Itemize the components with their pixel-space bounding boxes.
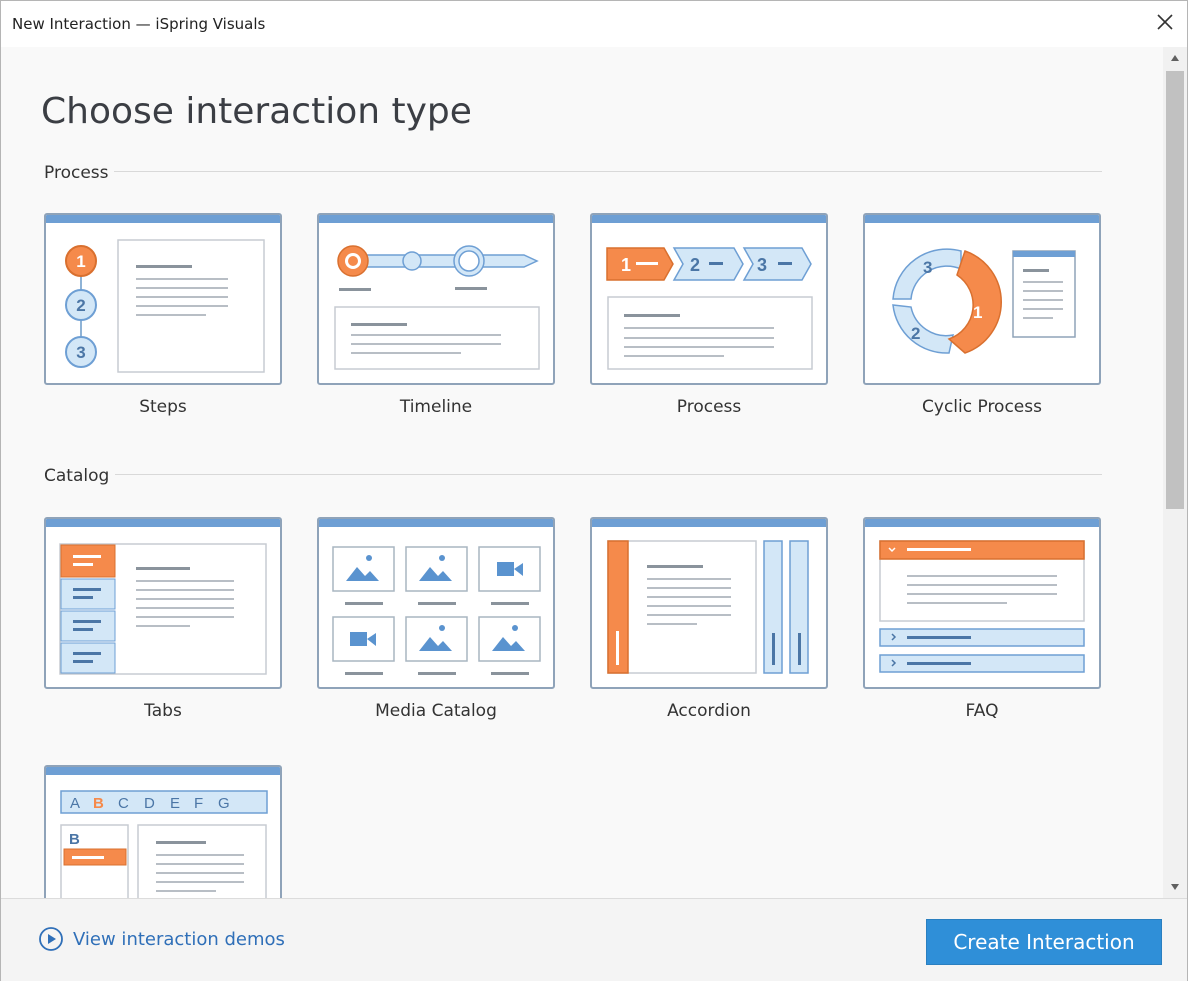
alphabet-letter: B: [93, 795, 104, 812]
card-tabs[interactable]: [44, 517, 282, 689]
step-number: 1: [76, 252, 85, 271]
cycle-number: 3: [923, 258, 932, 277]
section-title-catalog: Catalog: [44, 466, 110, 486]
card-label-steps: Steps: [139, 397, 187, 417]
timeline-thumbnail-icon: [334, 245, 540, 370]
section-divider: [114, 171, 1102, 172]
section-divider: [115, 474, 1102, 475]
card-timeline[interactable]: [317, 213, 555, 385]
cycle-number: 1: [973, 303, 982, 322]
interaction-type-list: Choose interaction type Process 1 2 3 St…: [1, 47, 1163, 898]
scroll-down-button[interactable]: [1163, 876, 1187, 898]
window-title: New Interaction — iSpring Visuals: [12, 15, 266, 33]
close-button[interactable]: [1147, 7, 1181, 37]
arrow-down-icon: [1171, 884, 1179, 890]
cycle-number: 2: [911, 324, 920, 343]
step-number: 2: [76, 296, 85, 315]
create-interaction-button[interactable]: Create Interaction: [926, 919, 1162, 965]
card-faq[interactable]: [863, 517, 1101, 689]
cyclic-process-thumbnail-icon: 3 2 1: [892, 248, 1076, 354]
alphabet-letter: G: [218, 795, 230, 812]
card-media-catalog[interactable]: [317, 517, 555, 689]
view-demos-link-label: View interaction demos: [73, 928, 285, 950]
glossary-letter: B: [69, 831, 80, 848]
alphabet-letter: A: [70, 795, 80, 812]
card-label-timeline: Timeline: [399, 397, 473, 417]
title-bar: New Interaction — iSpring Visuals: [1, 1, 1187, 47]
process-number: 3: [757, 255, 767, 275]
section-title-process: Process: [44, 163, 109, 183]
process-number: 1: [621, 255, 631, 275]
steps-thumbnail-icon: 1 2 3: [65, 239, 265, 373]
process-number: 2: [690, 255, 700, 275]
scroll-up-button[interactable]: [1163, 47, 1187, 69]
page-title: Choose interaction type: [41, 91, 472, 132]
card-label-cyclic-process: Cyclic Process: [922, 397, 1042, 417]
vertical-scrollbar[interactable]: [1163, 47, 1187, 898]
card-steps[interactable]: 1 2 3: [44, 213, 282, 385]
alphabet-letter: D: [144, 795, 155, 812]
card-label-faq: FAQ: [965, 701, 999, 721]
card-label-process: Process: [676, 397, 742, 417]
arrow-up-icon: [1171, 55, 1179, 61]
dialog-footer: View interaction demos Create Interactio…: [1, 898, 1187, 981]
accordion-thumbnail-icon: [607, 540, 809, 674]
tabs-thumbnail-icon: [59, 543, 267, 675]
card-glossary[interactable]: A B C D E F G B: [44, 765, 282, 898]
card-label-media-catalog: Media Catalog: [375, 701, 497, 721]
glossary-thumbnail-icon: A B C D E F G B: [60, 790, 268, 898]
alphabet-letter: C: [118, 795, 129, 812]
scrollbar-thumb[interactable]: [1166, 71, 1184, 509]
play-circle-icon: [39, 927, 63, 951]
card-cyclic-process[interactable]: 3 2 1: [863, 213, 1101, 385]
faq-thumbnail-icon: [879, 540, 1085, 673]
process-thumbnail-icon: 1 2 3: [606, 247, 813, 370]
view-demos-link[interactable]: View interaction demos: [39, 927, 285, 951]
alphabet-letter: E: [170, 795, 180, 812]
card-label-tabs: Tabs: [144, 701, 182, 721]
step-number: 3: [76, 343, 85, 362]
new-interaction-dialog: New Interaction — iSpring Visuals Choose…: [0, 0, 1188, 981]
card-process[interactable]: 1 2 3: [590, 213, 828, 385]
card-accordion[interactable]: [590, 517, 828, 689]
close-icon: [1157, 14, 1173, 30]
card-label-accordion: Accordion: [667, 701, 751, 721]
alphabet-letter: F: [194, 795, 203, 812]
media-catalog-thumbnail-icon: [332, 546, 541, 675]
